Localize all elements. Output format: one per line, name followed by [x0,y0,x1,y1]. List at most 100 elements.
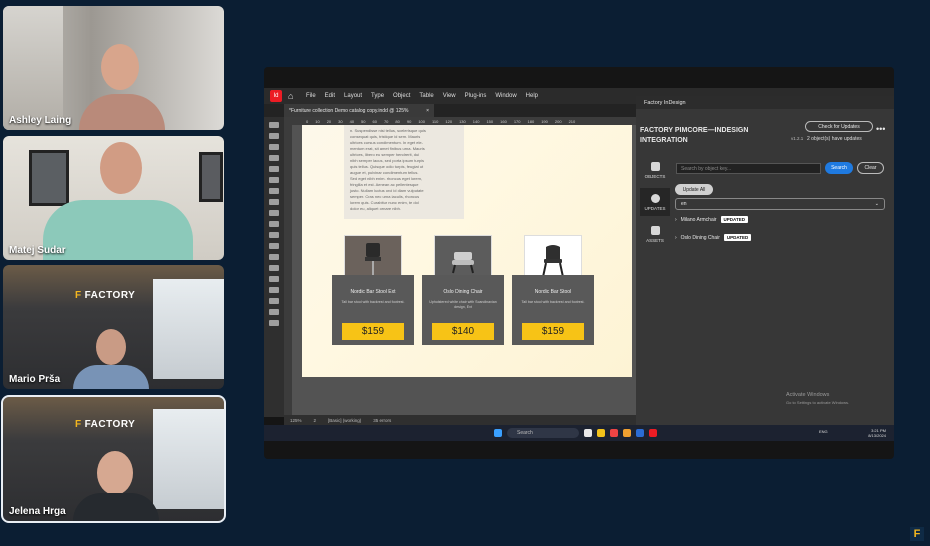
wall-painting [29,150,69,206]
menu-table[interactable]: Table [419,93,433,99]
app-icon[interactable] [636,429,644,437]
page-number[interactable]: 2 [314,418,317,423]
tools-panel [264,117,284,417]
plugin-header: Factory InDesign [636,96,894,109]
document-tab[interactable]: *Furniture collection Demo catalog copy.… [284,104,434,117]
home-icon[interactable]: ⌂ [288,91,298,101]
status-badge: UPDATED [723,234,752,241]
product-title: Nordic Bar Stool Ext [350,289,396,295]
plugin-title: FACTORY PIMCORE—INDESIGN INTEGRATION [640,127,749,144]
clear-button[interactable]: Clear [857,162,884,174]
document-page[interactable]: n. Suspendisse nisi tellus, scelerisque … [302,125,632,377]
participant-tile-matej[interactable]: Matej Sudar [3,136,224,260]
participant-body [73,365,149,389]
status-badge: UPDATED [720,216,748,223]
participant-body [79,94,165,130]
start-icon[interactable] [494,429,502,437]
menu-file[interactable]: File [306,93,316,99]
text-frame[interactable]: n. Suspendisse nisi tellus, scelerisque … [344,125,464,219]
chevron-down-icon: ⌄ [874,201,879,207]
product-price: $159 [342,323,404,340]
product-price: $140 [432,323,494,340]
factory-backdrop-logo: F FACTORY [75,290,136,301]
rectangle-frame-tool-icon[interactable] [269,221,279,227]
product-title: Oslo Dining Chair [443,289,483,295]
line-tool-icon[interactable] [269,188,279,194]
product-title: Nordic Bar Stool [534,289,572,295]
language-select[interactable]: en ⌄ [675,198,885,210]
taskbar-search[interactable]: Search [507,428,579,438]
shared-screen: Id ⌂ File Edit Layout Type Object Table … [264,67,894,459]
wall-painting [199,152,223,202]
file-explorer-icon[interactable] [597,429,605,437]
nav-assets[interactable]: ASSETS [640,220,670,248]
horizontal-ruler: 0 10 20 30 40 50 60 70 80 90 100 110 120… [284,117,636,125]
document-tab-label: *Furniture collection Demo catalog copy.… [289,107,409,114]
pencil-tool-icon[interactable] [269,210,279,216]
menu-type[interactable]: Type [371,93,384,99]
zoom-level[interactable]: 125% [290,418,302,423]
objects-icon [650,161,660,171]
plugin-nav: OBJECTS UPDATES ASSETS [640,156,670,252]
page-tool-icon[interactable] [269,144,279,150]
menu-view[interactable]: View [443,93,456,99]
indesign-taskbar-icon[interactable] [649,429,657,437]
indesign-logo-icon: Id [270,90,282,102]
chevron-right-icon: › [675,216,677,223]
zoom-tool-icon[interactable] [269,309,279,315]
pen-tool-icon[interactable] [269,199,279,205]
scissors-tool-icon[interactable] [269,243,279,249]
participant-tile-mario[interactable]: F FACTORY Mario Prša [3,265,224,389]
taskbar-clock[interactable]: 3:21 PM 8/13/2024 [868,428,886,438]
nav-updates[interactable]: UPDATES [640,188,670,216]
participant-tile-jelena[interactable]: F FACTORY Jelena Hrga [1,395,226,523]
item-name: Milano Armchair [680,216,717,223]
search-button[interactable]: Search [825,162,853,174]
menu-edit[interactable]: Edit [325,93,335,99]
product-card[interactable]: Nordic Bar Stool Ext Tall bar stool with… [332,235,414,345]
chevron-right-icon: › [675,234,677,241]
fill-stroke-icon[interactable] [269,320,279,326]
product-price: $159 [522,323,584,340]
app-icon[interactable] [623,429,631,437]
task-view-icon[interactable] [584,429,592,437]
office-window [153,279,224,379]
list-item[interactable]: › Milano Armchair UPDATED [675,216,748,223]
check-updates-button[interactable]: Check for Updates [805,121,873,132]
menu-object[interactable]: Object [393,93,410,99]
product-description: Tall bar stool with backrest and footres… [521,300,585,304]
menu-window[interactable]: Window [495,93,516,99]
eyedropper-tool-icon[interactable] [269,287,279,293]
product-card[interactable]: Nordic Bar Stool Tall bar stool with bac… [512,235,594,345]
selection-tool-icon[interactable] [269,122,279,128]
close-icon[interactable]: × [426,108,429,114]
note-tool-icon[interactable] [269,276,279,282]
type-tool-icon[interactable] [269,177,279,183]
free-transform-tool-icon[interactable] [269,254,279,260]
list-item[interactable]: › Oslo Dining Chair UPDATED [675,234,752,241]
gradient-tool-icon[interactable] [269,265,279,271]
updates-icon [650,193,660,203]
factory-corner-logo-icon: F [910,527,924,541]
participant-tile-ashley[interactable]: Ashley Laing [3,6,224,130]
app-icon[interactable] [610,429,618,437]
gap-tool-icon[interactable] [269,155,279,161]
product-card[interactable]: Oslo Dining Chair Upholstered white chai… [422,235,504,345]
menu-layout[interactable]: Layout [344,93,362,99]
update-all-button[interactable]: Update All [675,184,713,195]
more-options-icon[interactable]: ••• [876,125,885,134]
content-collector-icon[interactable] [269,166,279,172]
hand-tool-icon[interactable] [269,298,279,304]
factory-mark-icon: F [75,290,82,301]
rectangle-tool-icon[interactable] [269,232,279,238]
language-indicator[interactable]: ENG [819,429,833,437]
preflight-profile[interactable]: [Basic] (working) [328,418,361,423]
participant-face [101,44,139,90]
direct-selection-tool-icon[interactable] [269,133,279,139]
menu-help[interactable]: Help [526,93,538,99]
participant-name: Mario Prša [9,374,61,385]
nav-objects[interactable]: OBJECTS [640,156,670,184]
error-count[interactable]: 35 errors [373,418,391,423]
menu-plugins[interactable]: Plug-ins [465,93,487,99]
search-input[interactable]: Search by object key... [676,163,821,174]
